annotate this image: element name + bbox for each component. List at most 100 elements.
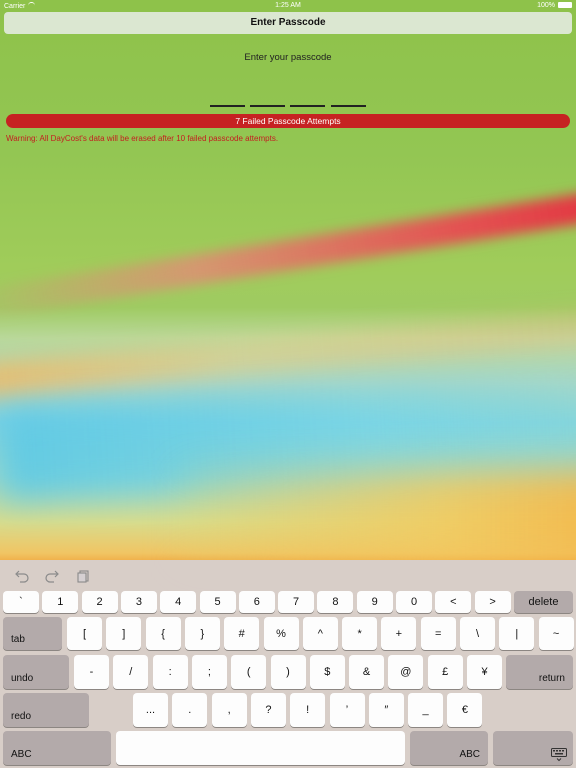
- key-label: 7: [293, 596, 300, 608]
- key-label: ...: [145, 704, 156, 716]
- symbol-key[interactable]: +: [381, 617, 417, 650]
- symbol-key[interactable]: !: [290, 693, 326, 727]
- key-label: \: [475, 627, 480, 640]
- redo-key-label: redo: [11, 711, 32, 722]
- symbol-key[interactable]: 2: [81, 591, 118, 613]
- key-label: 4: [175, 596, 182, 608]
- wallpaper-streak: [0, 185, 576, 322]
- status-bar: Carrier 1:25 AM 100%: [0, 0, 576, 12]
- symbol-key[interactable]: ]: [106, 617, 142, 650]
- key-label: 8: [332, 596, 339, 608]
- symbol-key[interactable]: ~: [538, 617, 574, 650]
- symbol-key[interactable]: ¥: [467, 655, 502, 689]
- keyboard-dismiss-key[interactable]: [493, 731, 573, 765]
- symbol-key[interactable]: <: [435, 591, 472, 613]
- key-label: ’: [345, 704, 349, 716]
- abc-key-right[interactable]: ABC: [410, 731, 488, 765]
- key-label: -: [89, 666, 94, 678]
- key-label: *: [357, 627, 362, 640]
- symbol-key[interactable]: 3: [120, 591, 157, 613]
- symbol-key[interactable]: -: [74, 655, 109, 689]
- key-label: #: [238, 627, 245, 640]
- key-label: 2: [96, 596, 103, 608]
- symbol-key[interactable]: ^: [302, 617, 338, 650]
- symbol-key[interactable]: {: [145, 617, 181, 650]
- symbol-key[interactable]: £: [427, 655, 463, 689]
- key-label: ): [286, 666, 290, 678]
- space-key[interactable]: [116, 731, 405, 765]
- clipboard-icon[interactable]: [75, 569, 91, 583]
- key-label: +: [395, 627, 403, 640]
- key-label: ]: [122, 627, 126, 640]
- symbol-key[interactable]: >: [474, 591, 511, 613]
- symbol-key[interactable]: #: [224, 617, 260, 650]
- symbol-key[interactable]: :: [152, 655, 188, 689]
- tab-key[interactable]: tab: [3, 617, 62, 650]
- symbol-key[interactable]: 4: [160, 591, 197, 613]
- key-label: `: [19, 596, 23, 608]
- redo-key[interactable]: redo: [3, 693, 89, 727]
- symbol-key[interactable]: @: [388, 655, 424, 689]
- key-label: 3: [135, 596, 142, 608]
- symbol-key[interactable]: ;: [191, 655, 227, 689]
- key-label: _: [422, 704, 429, 716]
- battery-icon: [558, 2, 572, 8]
- symbol-key[interactable]: }: [184, 617, 220, 650]
- symbol-key[interactable]: ...: [133, 693, 168, 727]
- symbol-key[interactable]: ″: [368, 693, 404, 727]
- passcode-digit-slot: [290, 105, 325, 107]
- symbol-key[interactable]: ): [270, 655, 306, 689]
- key-label: 6: [253, 596, 260, 608]
- symbol-key[interactable]: |: [499, 617, 535, 650]
- key-label: 9: [371, 596, 378, 608]
- symbol-key[interactable]: 7: [278, 591, 315, 613]
- delete-key[interactable]: delete: [514, 591, 573, 613]
- symbol-key[interactable]: 5: [199, 591, 236, 613]
- key-label: @: [400, 666, 412, 678]
- clock: 1:25 AM: [275, 2, 301, 9]
- symbol-key[interactable]: 8: [317, 591, 354, 613]
- undo-key[interactable]: undo: [3, 655, 69, 689]
- symbol-key[interactable]: &: [349, 655, 385, 689]
- symbol-key[interactable]: /: [113, 655, 149, 689]
- key-label: £: [442, 666, 449, 678]
- symbol-key[interactable]: _: [408, 693, 444, 727]
- symbol-key[interactable]: %: [263, 617, 299, 650]
- symbol-key[interactable]: 1: [42, 591, 79, 613]
- key-label: ¥: [481, 666, 488, 678]
- abc-key-label: ABC: [11, 749, 32, 760]
- wallpaper-streak: [180, 470, 576, 560]
- symbol-key[interactable]: 0: [396, 591, 432, 613]
- redo-arrow-icon[interactable]: [44, 569, 60, 583]
- key-label: <: [450, 596, 457, 608]
- abc-key-left[interactable]: ABC: [3, 731, 111, 765]
- delete-key-label: delete: [528, 596, 559, 608]
- symbol-key[interactable]: *: [342, 617, 378, 650]
- symbol-key[interactable]: =: [420, 617, 456, 650]
- tab-key-label: tab: [11, 634, 25, 645]
- symbol-key[interactable]: \: [460, 617, 495, 650]
- keyboard-dismiss-icon: [551, 748, 567, 762]
- passcode-prompt: Enter your passcode: [244, 52, 332, 63]
- return-key[interactable]: return: [506, 655, 573, 689]
- key-label: [: [82, 627, 87, 640]
- undo-arrow-icon[interactable]: [14, 569, 30, 583]
- symbol-key[interactable]: (: [231, 655, 267, 689]
- passcode-input[interactable]: [210, 105, 366, 107]
- symbol-key[interactable]: 9: [356, 591, 393, 613]
- symbol-key[interactable]: €: [447, 693, 483, 727]
- symbol-key[interactable]: ’: [329, 693, 365, 727]
- failed-attempts-label: 7 Failed Passcode Attempts: [235, 116, 341, 126]
- symbol-key[interactable]: [: [67, 617, 102, 650]
- symbol-key[interactable]: .: [172, 693, 208, 727]
- key-label: >: [489, 596, 496, 608]
- symbol-key[interactable]: ?: [250, 693, 286, 727]
- symbol-key[interactable]: ,: [211, 693, 247, 727]
- key-label: 1: [57, 596, 64, 608]
- erase-warning: Warning: All DayCost's data will be eras…: [6, 134, 279, 143]
- symbol-key[interactable]: `: [3, 591, 39, 613]
- navigation-bar: Enter Passcode: [4, 12, 572, 34]
- symbol-key[interactable]: 6: [238, 591, 275, 613]
- key-label: &: [362, 666, 371, 678]
- symbol-key[interactable]: $: [309, 655, 345, 689]
